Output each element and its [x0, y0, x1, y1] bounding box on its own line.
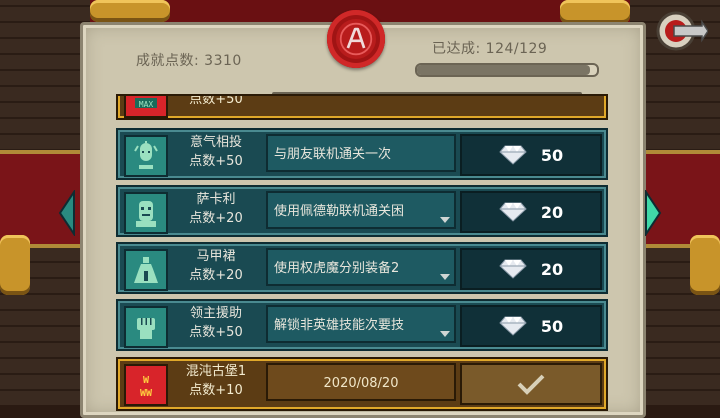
achievement-title: 萨卡利 点数+20 [172, 190, 260, 230]
svg-text:WW: WW [140, 388, 153, 399]
achievement-title: 领主援助 点数+50 [172, 304, 260, 344]
achievement-reward[interactable]: 20 [460, 191, 602, 233]
seal-letter-a-icon [339, 22, 373, 56]
achievement-row[interactable]: 领主援助 点数+50 解锁非英雄技能次要技 50 [116, 299, 608, 351]
gem-icon [499, 202, 527, 222]
background-gold-treasure [560, 0, 630, 24]
achievement-points: 点数+50 [189, 154, 243, 169]
achievement-title: 马甲裙 点数+20 [172, 247, 260, 287]
gem-icon [499, 259, 527, 279]
expand-arrow-icon[interactable] [440, 274, 450, 280]
achievement-points: 点数+20 [189, 268, 243, 283]
face-mask-icon [124, 192, 168, 234]
achievement-progress-fill [417, 65, 590, 75]
reward-amount: 20 [540, 259, 564, 279]
achievement-name: 马甲裙 [196, 249, 236, 264]
gem-icon [499, 316, 527, 336]
achievement-row[interactable]: 意气相投 点数+50 与朋友联机通关一次 50 [116, 128, 608, 180]
achievement-name: 意气相投 [189, 135, 242, 150]
achieved-count: 已达成: 124/129 [432, 41, 548, 57]
achievement-row-completed[interactable]: W WW 混沌古堡1 点数+10 2020/08/20 [116, 357, 608, 411]
achievement-reward[interactable]: 50 [460, 305, 602, 347]
castle-icon: W WW [124, 364, 168, 406]
background-left-wall [0, 0, 90, 405]
background-gold-statue [690, 235, 720, 295]
background-gold-statue [0, 235, 30, 295]
gem-icon [499, 145, 527, 165]
dress-icon [124, 249, 168, 291]
achievement-description[interactable]: 解锁非英雄技能次要技 [266, 305, 456, 343]
achievement-description[interactable]: 使用权虎魔分别装备2 [266, 248, 456, 286]
achievement-row[interactable]: 马甲裙 点数+20 使用权虎魔分别装备2 20 [116, 242, 608, 294]
achievement-reward[interactable]: 20 [460, 248, 602, 290]
fist-icon [124, 306, 168, 348]
achievement-description-text: 解锁非英雄技能次要技 [274, 318, 405, 333]
achievement-name: 萨卡利 [196, 192, 236, 207]
achievement-points: 点数+50 [189, 325, 243, 340]
achievement-description[interactable]: 使用佩德勒联机通关困 [266, 191, 456, 229]
achievement-points: 点数+50 [189, 94, 243, 107]
reward-amount: 20 [540, 202, 564, 222]
achievement-title: 意气相投 点数+50 [172, 133, 260, 173]
achievement-row[interactable]: 萨卡利 点数+20 使用佩德勒联机通关困 20 [116, 185, 608, 237]
reward-amount: 50 [540, 316, 564, 336]
achievement-completion-date: 2020/08/20 [266, 363, 456, 401]
svg-text:MAX: MAX [139, 100, 154, 109]
achievement-description-text: 使用权虎魔分别装备2 [274, 261, 400, 276]
achievement-points: 点数+20 [189, 211, 243, 226]
background-gold-treasure [90, 0, 170, 22]
checkmark-icon [517, 374, 545, 395]
achievement-title: 混沌古堡1 点数+10 [172, 362, 260, 402]
achievement-progress-bar [415, 63, 599, 77]
previous-page-arrow-icon[interactable] [58, 190, 76, 236]
expand-arrow-icon[interactable] [440, 331, 450, 337]
achievement-points: 点数+10 [189, 383, 243, 398]
achievement-name: 领主援助 [189, 306, 242, 321]
expand-arrow-icon[interactable] [440, 217, 450, 223]
achievement-description-text: 使用佩德勒联机通关困 [274, 204, 405, 219]
max-icon: MAX [124, 96, 168, 118]
achievement-row-partial[interactable]: MAX 点数+50 [116, 94, 608, 120]
svg-text:W: W [143, 375, 150, 386]
back-button-icon[interactable] [652, 8, 708, 54]
achievement-claimed [460, 363, 602, 405]
achievement-description: 与朋友联机通关一次 [266, 134, 456, 172]
reward-amount: 50 [540, 145, 564, 165]
achievement-reward[interactable]: 50 [460, 134, 602, 176]
wax-seal-emblem [327, 10, 385, 68]
next-page-arrow-icon[interactable] [644, 190, 662, 236]
achievement-name: 混沌古堡1 [185, 364, 247, 379]
score-label: 成就点数: 3310 [136, 53, 242, 69]
friends-icon [124, 135, 168, 177]
